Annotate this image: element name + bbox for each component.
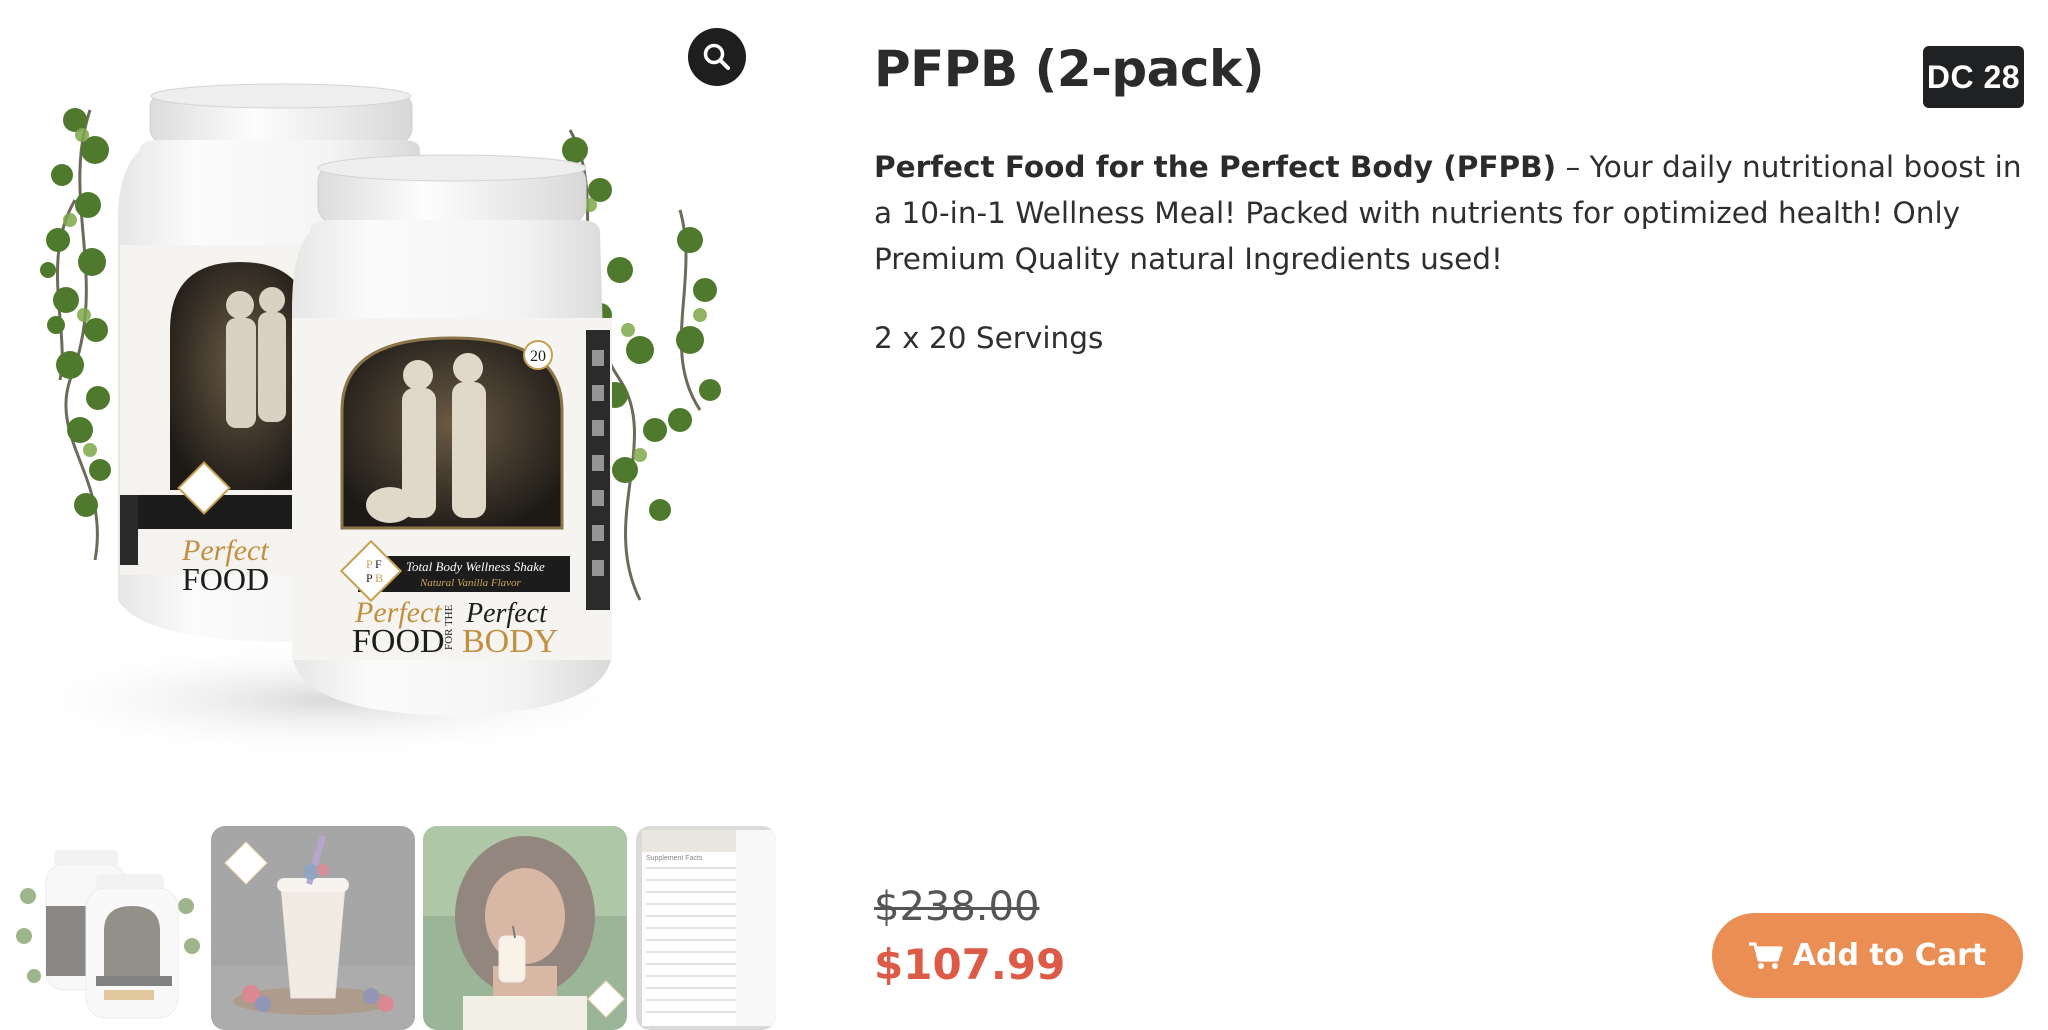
sale-price: $107.99 — [874, 940, 1066, 989]
thumbnail-strip: Supplement Facts — [0, 826, 780, 1030]
thumbnail-jars[interactable] — [6, 826, 210, 1030]
thumbnail-woman[interactable] — [423, 826, 627, 1030]
svg-text:P: P — [366, 571, 373, 585]
regular-price: $238.00 — [874, 884, 1040, 930]
jar-product-line: Total Body Wellness Shake — [406, 559, 545, 574]
magnifier-icon — [703, 43, 730, 70]
thumbnail-smoothie[interactable] — [211, 826, 415, 1030]
add-to-cart-label: Add to Cart — [1792, 938, 1987, 973]
svg-text:P: P — [366, 557, 373, 571]
jar-flavor: Natural Vanilla Flavor — [419, 577, 522, 589]
zoom-button[interactable] — [688, 28, 746, 86]
jar-front: 20 Total Body Wellness Shake Natural Van… — [292, 154, 612, 716]
product-code-badge: DC 28 — [1923, 46, 2024, 108]
svg-text:F: F — [375, 557, 382, 571]
jar-back-food: FOOD — [182, 561, 269, 597]
product-gallery: Perfect FOOD 20 Total Body Wellness Shak… — [0, 0, 780, 1030]
jar-body: BODY — [462, 623, 558, 660]
cart-icon — [1748, 941, 1783, 969]
product-title: PFPB (2-pack) — [874, 40, 1265, 98]
product-description: Perfect Food for the Perfect Body (PFPB)… — [874, 144, 2024, 282]
jar-for-the: FOR THE — [443, 604, 455, 650]
add-to-cart-button[interactable]: Add to Cart — [1712, 913, 2023, 998]
thumbnail-supplement-facts[interactable]: Supplement Facts — [636, 826, 776, 1030]
servings-seal: 20 — [530, 348, 546, 365]
description-bold: Perfect Food for the Perfect Body (PFPB) — [874, 150, 1557, 184]
svg-text:B: B — [375, 571, 383, 585]
supplement-facts-heading: Supplement Facts — [646, 855, 703, 862]
servings-text: 2 x 20 Servings — [874, 321, 1104, 355]
jar-food: FOOD — [352, 623, 445, 660]
main-product-image[interactable]: Perfect FOOD 20 Total Body Wellness Shak… — [0, 0, 780, 780]
